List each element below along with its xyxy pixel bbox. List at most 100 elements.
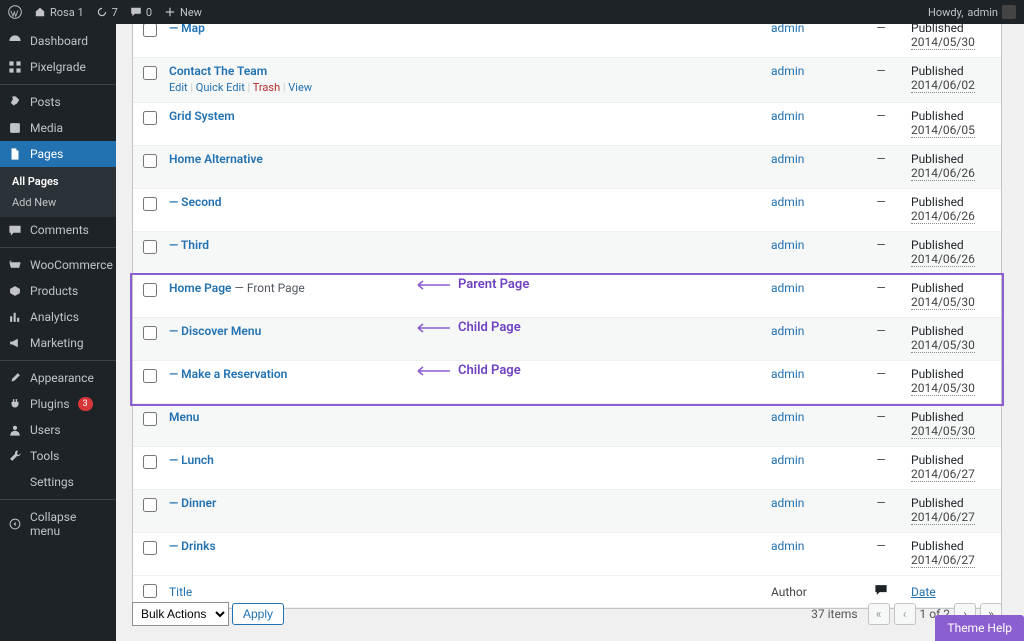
- action-quickedit[interactable]: Quick Edit: [196, 81, 245, 94]
- table-row: — Drinksadmin—Published2014/06/27: [133, 533, 1001, 576]
- comments-cell: —: [851, 496, 911, 510]
- pages-table: — Map admin — Published2014/05/30 Contact Th…: [132, 24, 1002, 609]
- adminbar-comments[interactable]: 0: [130, 6, 152, 19]
- page-title-link[interactable]: — Discover Menu: [169, 324, 261, 338]
- select-all-checkbox-bottom[interactable]: [143, 584, 157, 598]
- sidebar-item-label: Marketing: [30, 336, 84, 350]
- bulk-actions-select[interactable]: Bulk Actions: [132, 602, 229, 626]
- admin-bar: Rosa 1 7 0 New Howdy, admin: [0, 0, 1024, 24]
- author-link[interactable]: admin: [771, 453, 804, 467]
- author-link[interactable]: admin: [771, 539, 804, 553]
- row-checkbox[interactable]: [143, 498, 157, 512]
- author-link[interactable]: admin: [771, 281, 804, 295]
- row-checkbox[interactable]: [143, 369, 157, 383]
- date-cell: Published2014/06/26: [911, 195, 991, 223]
- date-cell: Published2014/06/27: [911, 496, 991, 524]
- pagination-count: 37 items: [811, 607, 857, 621]
- adminbar-site[interactable]: Rosa 1: [34, 6, 84, 19]
- page-title-link[interactable]: — Make a Reservation: [169, 367, 287, 381]
- theme-help-button[interactable]: Theme Help: [935, 615, 1024, 641]
- page-title-link[interactable]: Contact The Team: [169, 64, 267, 78]
- sidebar-item-dashboard[interactable]: Dashboard: [0, 28, 116, 54]
- sidebar-item-posts[interactable]: Posts: [0, 89, 116, 115]
- page-title-link[interactable]: — Dinner: [169, 496, 216, 510]
- author-link[interactable]: admin: [771, 109, 804, 123]
- wp-logo-icon[interactable]: [8, 5, 22, 19]
- row-checkbox[interactable]: [143, 111, 157, 125]
- sidebar-item-label: Analytics: [30, 310, 79, 324]
- page-title-link[interactable]: Home Alternative: [169, 152, 263, 166]
- adminbar-howdy[interactable]: Howdy, admin: [928, 5, 1016, 19]
- author-link[interactable]: admin: [771, 496, 804, 510]
- sidebar-item-woocommerce[interactable]: WooCommerce: [0, 252, 116, 278]
- sidebar-subitem-add-new[interactable]: Add New: [0, 192, 116, 213]
- author-link[interactable]: admin: [771, 64, 804, 78]
- author-link[interactable]: admin: [771, 367, 804, 381]
- avatar-icon: [1002, 5, 1016, 19]
- action-trash[interactable]: Trash: [253, 81, 280, 94]
- sidebar-item-pixelgrade[interactable]: Pixelgrade: [0, 54, 116, 80]
- sidebar-item-users[interactable]: Users: [0, 417, 116, 443]
- row-checkbox[interactable]: [143, 412, 157, 426]
- page-title-link[interactable]: — Third: [169, 238, 209, 252]
- author-link[interactable]: admin: [771, 238, 804, 252]
- pagination-first[interactable]: «: [868, 603, 890, 625]
- page-title-link[interactable]: Menu: [169, 410, 199, 424]
- howdy-prefix: Howdy,: [928, 6, 963, 19]
- sidebar-item-products[interactable]: Products: [0, 278, 116, 304]
- row-checkbox[interactable]: [143, 541, 157, 555]
- author-link[interactable]: admin: [771, 152, 804, 166]
- sidebar-collapse[interactable]: Collapse menu: [0, 504, 116, 544]
- pagination-prev[interactable]: ‹: [894, 603, 916, 625]
- author-link[interactable]: admin: [771, 410, 804, 424]
- adminbar-site-name: Rosa 1: [50, 6, 84, 19]
- sidebar-item-analytics[interactable]: Analytics: [0, 304, 116, 330]
- author-link[interactable]: admin: [771, 324, 804, 338]
- sidebar-subitem-all-pages[interactable]: All Pages: [0, 171, 116, 192]
- adminbar-updates[interactable]: 7: [96, 6, 118, 19]
- row-checkbox[interactable]: [143, 24, 157, 37]
- sidebar-item-tools[interactable]: Tools: [0, 443, 116, 469]
- page-title-link[interactable]: — Map: [169, 24, 205, 35]
- sidebar-item-marketing[interactable]: Marketing: [0, 330, 116, 356]
- author-link[interactable]: admin: [771, 24, 804, 35]
- page-title-link[interactable]: — Drinks: [169, 539, 216, 553]
- action-view[interactable]: View: [288, 81, 312, 94]
- date-cell: Published2014/05/30: [911, 324, 991, 352]
- sidebar-item-label: Pages: [30, 147, 63, 161]
- row-checkbox[interactable]: [143, 455, 157, 469]
- author-link[interactable]: admin: [771, 195, 804, 209]
- apply-button[interactable]: Apply: [232, 603, 284, 625]
- row-checkbox[interactable]: [143, 197, 157, 211]
- comments-cell: —: [851, 152, 911, 166]
- comments-cell: —: [851, 281, 911, 295]
- row-checkbox[interactable]: [143, 154, 157, 168]
- row-checkbox[interactable]: [143, 283, 157, 297]
- row-checkbox[interactable]: [143, 326, 157, 340]
- col-title-sort[interactable]: Title: [169, 585, 192, 599]
- row-checkbox[interactable]: [143, 240, 157, 254]
- sidebar-item-settings[interactable]: Settings: [0, 469, 116, 495]
- date-cell: Published2014/05/30: [911, 410, 991, 438]
- date-cell: Published2014/06/26: [911, 238, 991, 266]
- sidebar-item-pages[interactable]: Pages: [0, 141, 116, 167]
- table-row: — Make a Reservationadmin—Published2014/…: [133, 361, 1001, 404]
- action-edit[interactable]: Edit: [169, 81, 188, 94]
- col-date-sort[interactable]: Date: [911, 585, 936, 599]
- sidebar-item-appearance[interactable]: Appearance: [0, 365, 116, 391]
- sidebar-item-media[interactable]: Media: [0, 115, 116, 141]
- sliders-icon: [8, 475, 22, 489]
- page-title-link[interactable]: Home Page: [169, 281, 232, 295]
- page-title-link[interactable]: Grid System: [169, 109, 235, 123]
- row-checkbox[interactable]: [143, 66, 157, 80]
- wrench-icon: [8, 449, 22, 463]
- sidebar-item-label: Plugins: [30, 397, 70, 411]
- page-title-link[interactable]: — Lunch: [169, 453, 214, 467]
- sidebar-item-label: WooCommerce: [30, 258, 113, 272]
- page-title-link[interactable]: — Second: [169, 195, 221, 209]
- sidebar-item-comments[interactable]: Comments: [0, 217, 116, 243]
- sidebar-item-plugins[interactable]: Plugins 3: [0, 391, 116, 417]
- table-row: — Discover Menuadmin—Published2014/05/30: [133, 318, 1001, 361]
- adminbar-new[interactable]: New: [164, 6, 202, 19]
- content-area: — Map admin — Published2014/05/30 Contact Th…: [116, 24, 1024, 641]
